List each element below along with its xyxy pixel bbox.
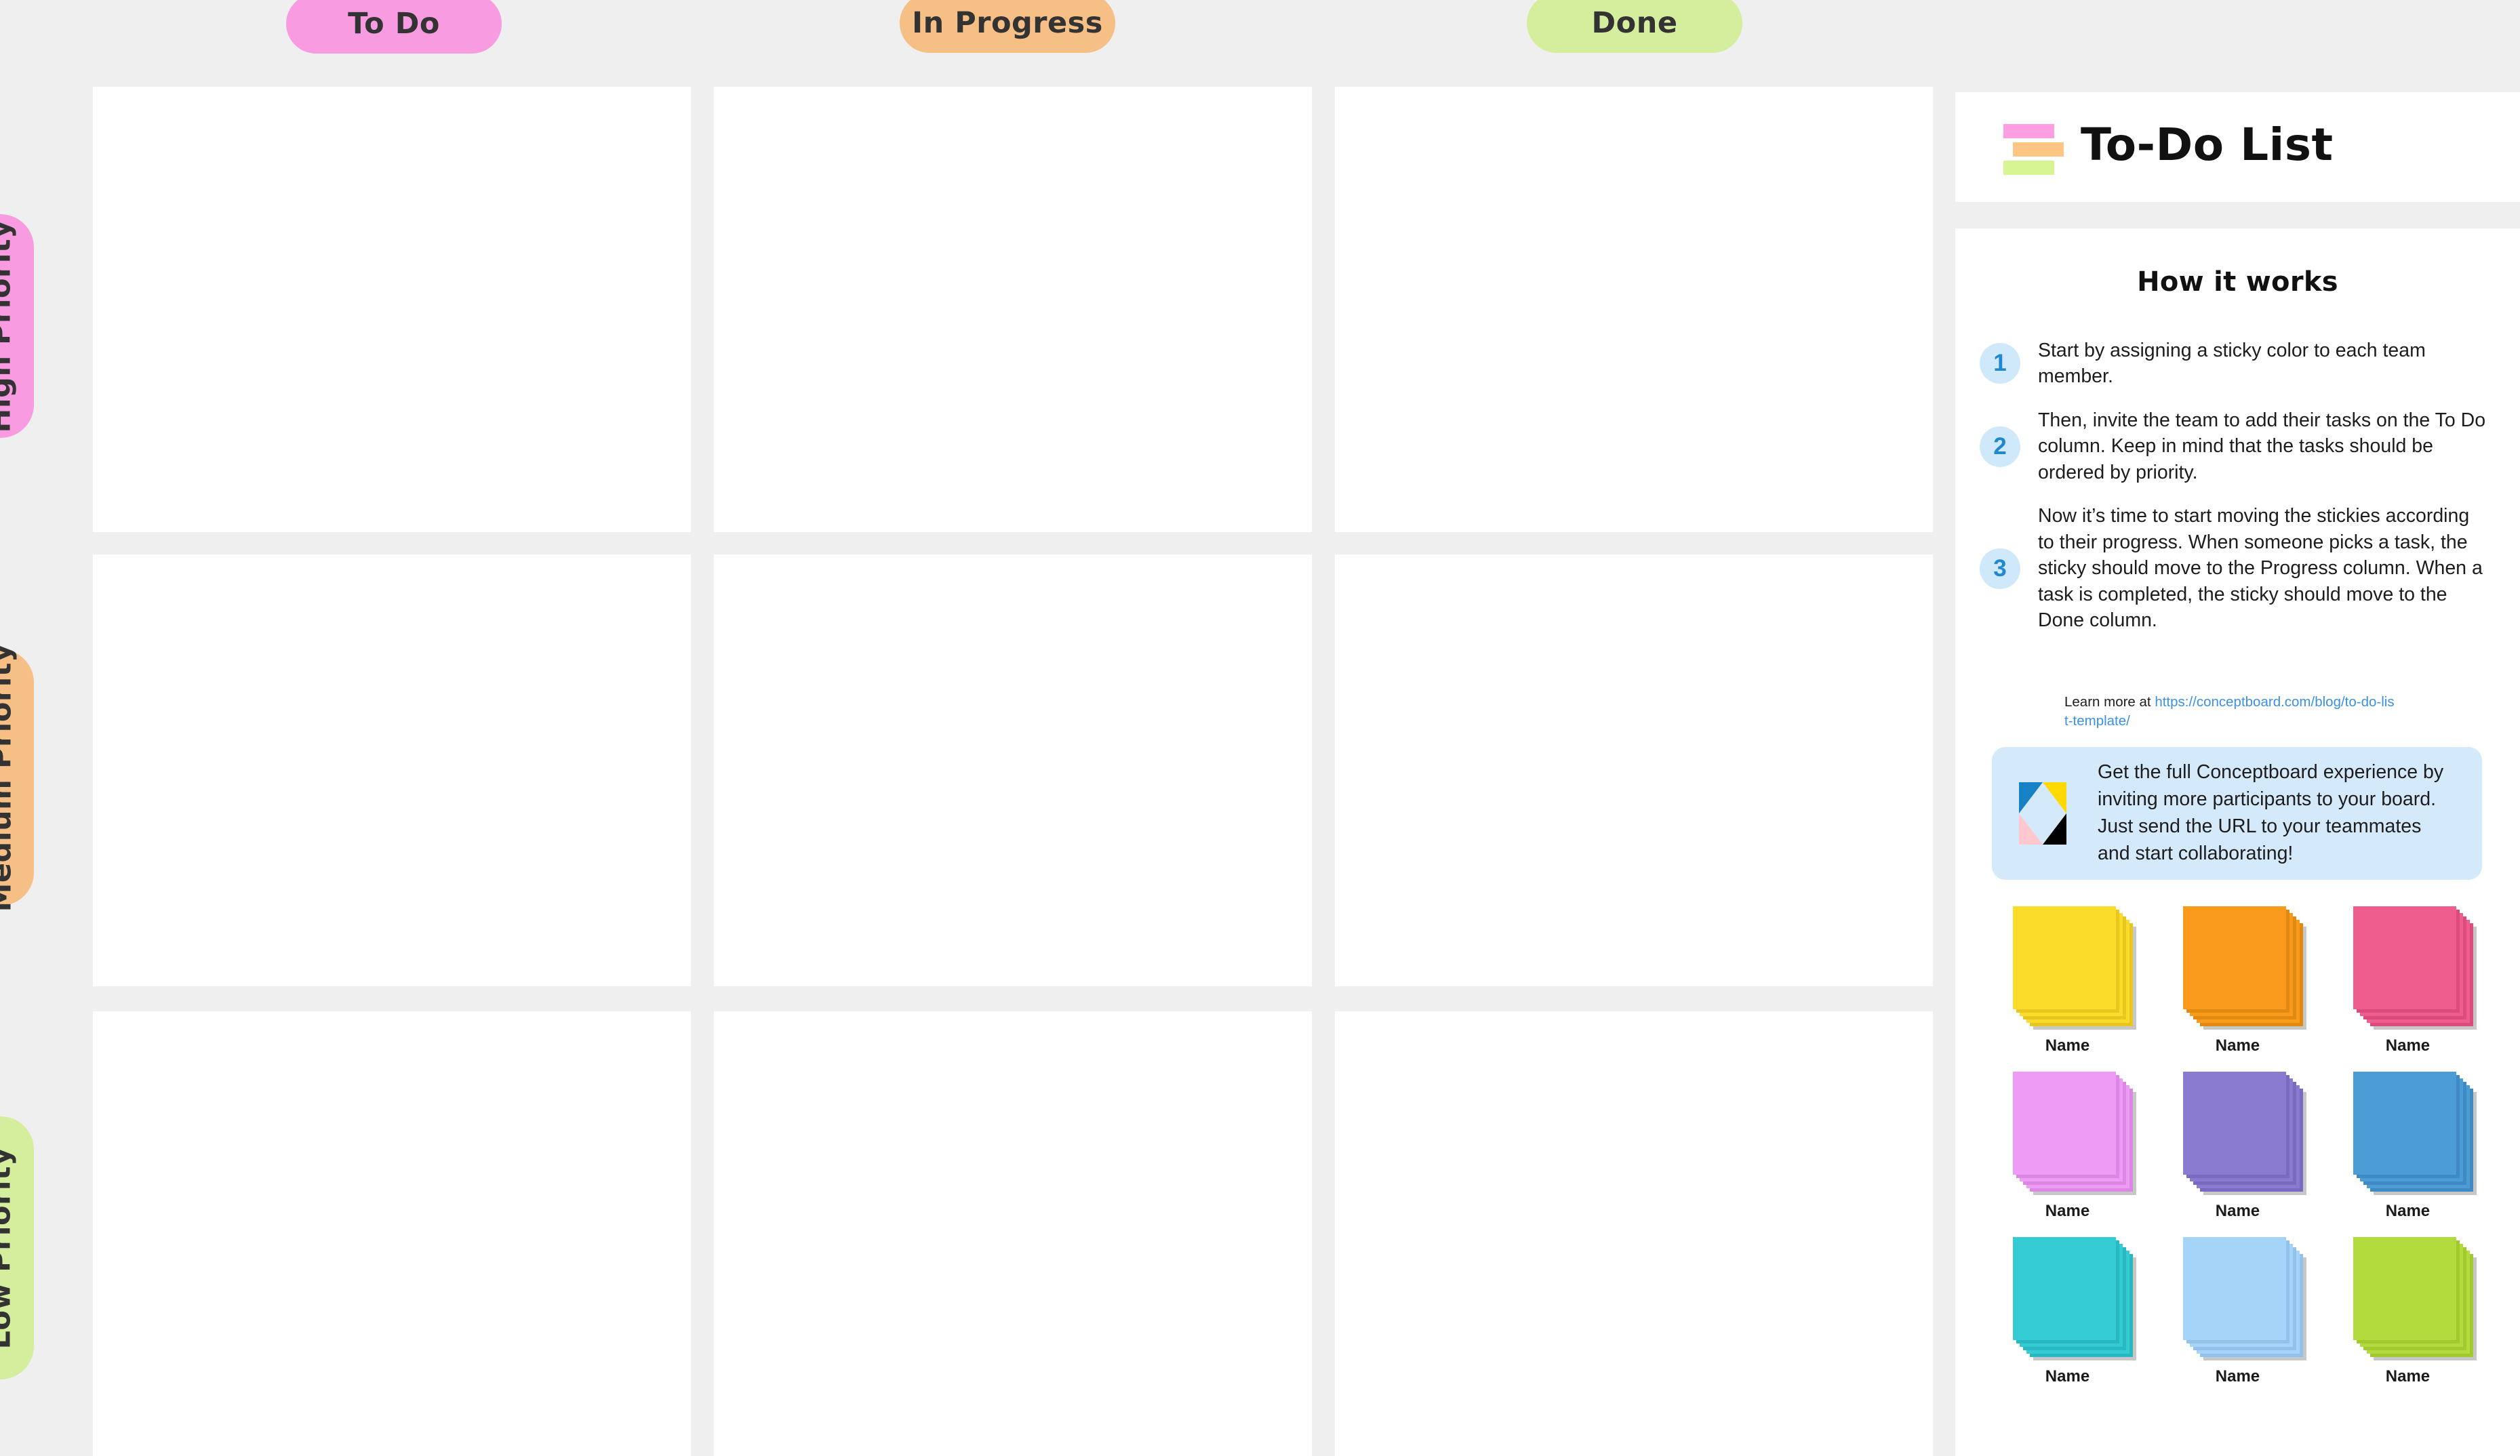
board-cell-inprogress-medium[interactable] [714,554,1312,986]
sticky-stack-icon[interactable] [2013,906,2137,1032]
sticky-swatch[interactable]: Name [2323,906,2493,1072]
board-cell-inprogress-high[interactable] [714,87,1312,532]
sticky-swatch[interactable]: Name [2323,1072,2493,1237]
sticky-swatch[interactable]: Name [1982,906,2153,1072]
board-cell-todo-medium[interactable] [93,554,691,986]
sticky-stack-icon[interactable] [2353,1237,2477,1363]
sticky-swatch-label: Name [2215,1202,2260,1220]
sticky-swatch-label: Name [2045,1367,2090,1386]
sticky-color-palette: Name Name Name Name Name Name Name Name … [1982,906,2493,1402]
row-header-low-priority-label: Low Priority [0,1146,18,1350]
sticky-stack-icon[interactable] [2013,1237,2137,1363]
sticky-stack-icon[interactable] [2183,906,2307,1032]
sticky-swatch-label: Name [2385,1367,2431,1386]
column-header-done[interactable]: Done [1527,0,1742,53]
board-cell-done-high[interactable] [1335,87,1933,532]
row-header-medium-priority-label: Medium Priority [0,643,18,912]
step-item: 1 Start by assigning a sticky color to e… [1955,338,2520,390]
promo-text: Get the full Conceptboard experience by … [2098,761,2444,864]
board-cell-done-medium[interactable] [1335,554,1933,986]
sticky-swatch-label: Name [2385,1036,2431,1055]
sidebar: To-Do List How it works 1 Start by assig… [1955,0,2520,1456]
sticky-swatch[interactable]: Name [1982,1072,2153,1237]
page-title: To-Do List [2081,119,2334,171]
how-it-works-heading-wrap: How it works [1955,266,2520,302]
row-header-medium-priority[interactable]: Medium Priority [0,643,34,912]
step-text: Then, invite the team to add their tasks… [2038,409,2486,483]
how-it-works-heading: How it works [2129,266,2346,302]
sticky-stack-icon[interactable] [2183,1072,2307,1198]
board-cell-todo-low[interactable] [93,1011,691,1456]
step-item: 2 Then, invite the team to add their tas… [1955,407,2520,485]
sticky-stack-icon[interactable] [2013,1072,2137,1198]
step-number-badge: 1 [1980,343,2020,384]
sticky-swatch[interactable]: Name [2323,1237,2493,1402]
sticky-swatch[interactable]: Name [2153,906,2323,1072]
sticky-swatch[interactable]: Name [1982,1237,2153,1402]
sticky-stack-icon[interactable] [2353,1072,2477,1198]
sticky-swatch-label: Name [2045,1202,2090,1220]
step-number-badge: 3 [1980,548,2020,589]
brand: To-Do List [2003,113,2334,178]
row-header-high-priority[interactable]: High Priority [0,214,34,438]
sticky-stack-icon[interactable] [2183,1237,2307,1363]
sticky-swatch-label: Name [2385,1202,2431,1220]
row-header-low-priority[interactable]: Low Priority [0,1116,34,1379]
column-header-to-do[interactable]: To Do [286,0,502,54]
column-header-in-progress[interactable]: In Progress [900,0,1115,53]
sticky-swatch-label: Name [2215,1036,2260,1055]
board-cell-done-low[interactable] [1335,1011,1933,1456]
board-cell-todo-high[interactable] [93,87,691,532]
step-number-badge: 2 [1980,426,2020,467]
step-item: 3 Now it’s time to start moving the stic… [1955,503,2520,633]
learn-more-prefix: Learn more at [2064,694,2155,710]
step-text: Now it’s time to start moving the sticki… [2038,505,2483,632]
sidebar-body-card: How it works 1 Start by assigning a stic… [1955,228,2520,1456]
sticky-swatch[interactable]: Name [2153,1237,2323,1402]
sticky-swatch[interactable]: Name [2153,1072,2323,1237]
conceptboard-logo-icon [2019,782,2066,845]
board-cell-inprogress-low[interactable] [714,1011,1312,1456]
sticky-stack-icon[interactable] [2353,906,2477,1032]
row-header-high-priority-label: High Priority [0,219,18,433]
how-it-works-steps: 1 Start by assigning a sticky color to e… [1955,338,2520,651]
learn-more: Learn more at https://conceptboard.com/b… [2064,693,2397,731]
todo-list-board: To Do In Progress Done High Priority Med… [0,0,2520,1456]
promo-banner: Get the full Conceptboard experience by … [1992,747,2482,880]
todo-list-logo-icon [2003,113,2064,178]
sidebar-header-card: To-Do List [1955,92,2520,202]
step-text: Start by assigning a sticky color to eac… [2038,340,2426,388]
sticky-swatch-label: Name [2215,1367,2260,1386]
sticky-swatch-label: Name [2045,1036,2090,1055]
